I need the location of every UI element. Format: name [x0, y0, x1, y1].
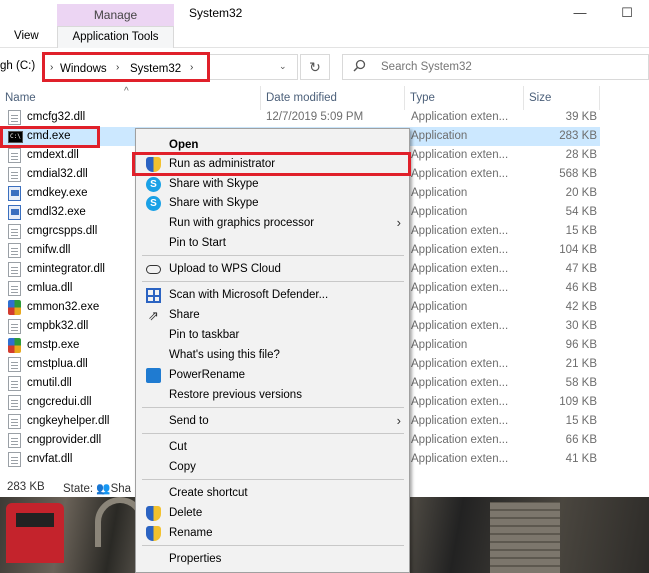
menu-properties[interactable]: Properties — [138, 549, 407, 569]
stone-tower-image — [490, 502, 560, 573]
dll-icon — [8, 357, 21, 372]
menu-separator — [142, 281, 404, 282]
menu-separator — [142, 255, 404, 256]
dll-icon — [8, 414, 21, 429]
dll-icon — [8, 319, 21, 334]
tab-view[interactable]: View — [14, 30, 39, 42]
menu-share-skype[interactable]: S Share with Skype — [138, 174, 407, 194]
column-header-name[interactable]: Name ^ — [0, 86, 261, 110]
tab-application-tools[interactable]: Application Tools — [57, 26, 174, 48]
status-state-label: State: — [63, 483, 94, 495]
search-input[interactable] — [381, 55, 641, 79]
power-rename-icon — [146, 368, 161, 383]
search-box[interactable] — [342, 54, 649, 80]
minimize-button[interactable]: — — [565, 0, 595, 26]
submenu-arrow-icon: › — [396, 413, 401, 428]
status-size: 283 KB — [7, 481, 45, 493]
dll-icon — [8, 395, 21, 410]
column-header-name-label: Name — [5, 92, 36, 104]
run-as-admin-highlight-box — [132, 152, 411, 176]
cloud-icon — [146, 265, 161, 274]
address-row: gh (C:) › Windows › System32 › ⌄ ↻ — [0, 52, 649, 82]
refresh-button[interactable]: ↻ — [300, 54, 330, 80]
menu-separator — [142, 433, 404, 434]
column-header-type[interactable]: Type — [405, 86, 524, 110]
exe-icon — [8, 186, 21, 201]
shared-users-icon: 👥 — [96, 483, 111, 495]
menu-share-skype-2[interactable]: S Share with Skype — [138, 193, 407, 213]
file-row[interactable]: cmcfg32.dll 12/7/2019 5:09 PM Application … — [0, 108, 600, 127]
search-icon — [353, 59, 366, 75]
share-icon: ⇗ — [148, 308, 159, 323]
uac-shield-icon — [146, 506, 161, 521]
ribbon: View Manage Application Tools System32 —… — [0, 0, 649, 48]
dll-icon — [8, 243, 21, 258]
tab-manage[interactable]: Manage — [57, 4, 174, 26]
dll-icon — [8, 281, 21, 296]
menu-copy[interactable]: Copy — [138, 457, 407, 477]
address-drive-label: gh (C:) — [0, 60, 36, 72]
train-image — [6, 503, 64, 563]
menu-scan-defender[interactable]: Scan with Microsoft Defender... — [138, 285, 407, 305]
submenu-arrow-icon: › — [396, 215, 401, 230]
skype-icon: S — [146, 177, 161, 192]
dll-icon — [8, 452, 21, 467]
column-header-size[interactable]: Size — [524, 86, 600, 110]
menu-restore-previous[interactable]: Restore previous versions — [138, 385, 407, 405]
menu-upload-wps[interactable]: Upload to WPS Cloud — [138, 259, 407, 279]
menu-create-shortcut[interactable]: Create shortcut — [138, 483, 407, 503]
dll-icon — [8, 262, 21, 277]
maximize-button[interactable]: ☐ — [612, 0, 642, 26]
status-state: State: 👥Sha — [63, 481, 131, 495]
exe-icon — [8, 205, 21, 220]
dll-icon — [8, 110, 21, 125]
menu-run-graphics-processor[interactable]: Run with graphics processor › — [138, 213, 407, 233]
menu-pin-to-start[interactable]: Pin to Start — [138, 233, 407, 253]
context-menu: Open Run as administrator S Share with Sk… — [135, 128, 410, 573]
color-app-icon — [8, 338, 21, 353]
dll-icon — [8, 167, 21, 182]
dll-icon — [8, 148, 21, 163]
skype-icon: S — [146, 196, 161, 211]
menu-separator — [142, 407, 404, 408]
menu-separator — [142, 479, 404, 480]
menu-rename[interactable]: Rename — [138, 523, 407, 543]
menu-cut[interactable]: Cut — [138, 437, 407, 457]
menu-send-to[interactable]: Send to › — [138, 411, 407, 431]
dll-icon — [8, 433, 21, 448]
menu-whats-using[interactable]: What's using this file? — [138, 345, 407, 365]
address-dropdown-icon[interactable]: ⌄ — [279, 61, 287, 72]
column-header-date[interactable]: Date modified — [261, 86, 405, 110]
window-title: System32 — [189, 6, 243, 20]
menu-pin-to-taskbar[interactable]: Pin to taskbar — [138, 325, 407, 345]
menu-delete[interactable]: Delete — [138, 503, 407, 523]
color-app-icon — [8, 300, 21, 315]
menu-separator — [142, 545, 404, 546]
menu-share[interactable]: ⇗ Share — [138, 305, 407, 325]
column-headers: Name ^ Date modified Type Size — [0, 86, 649, 110]
status-shared-label: Sha — [110, 483, 132, 495]
breadcrumb-highlight-box — [42, 52, 210, 82]
defender-icon — [146, 288, 161, 303]
cmd-highlight-box — [0, 126, 100, 148]
dll-icon — [8, 224, 21, 239]
sort-ascending-icon: ^ — [124, 86, 129, 97]
menu-power-rename[interactable]: PowerRename — [138, 365, 407, 385]
dll-icon — [8, 376, 21, 391]
uac-shield-icon — [146, 526, 161, 541]
